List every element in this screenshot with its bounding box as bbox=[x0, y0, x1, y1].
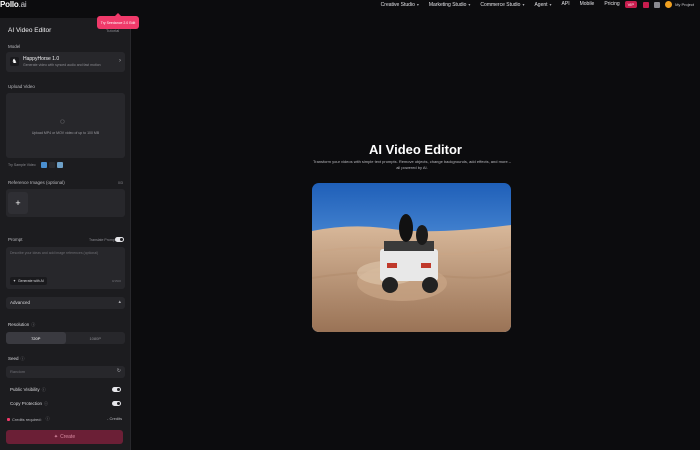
nav-api[interactable]: API bbox=[562, 0, 570, 9]
generate-with-ai-button[interactable]: ✦ Generate with AI bbox=[10, 277, 47, 285]
copy-protection-toggle[interactable] bbox=[112, 401, 121, 406]
nav-creative-studio[interactable]: Creative Studio ▾ bbox=[381, 0, 419, 10]
model-label: Model bbox=[8, 44, 21, 49]
nav-agent[interactable]: Agent ▾ bbox=[534, 0, 551, 10]
reference-label: Reference Images (optional) bbox=[8, 180, 65, 185]
reference-count: 0/3 bbox=[118, 181, 123, 185]
info-icon: ⓘ bbox=[44, 401, 49, 406]
hero-video-preview bbox=[312, 183, 511, 332]
char-count: 0/1500 bbox=[111, 279, 121, 283]
avatar[interactable] bbox=[665, 1, 673, 8]
reference-images: + bbox=[6, 189, 125, 217]
copy-protection-label: Copy Protection ⓘ bbox=[10, 401, 49, 406]
chevron-up-icon: ▴ bbox=[118, 299, 121, 305]
seed-input[interactable]: Random ↻ bbox=[6, 366, 125, 378]
sample-thumbnail[interactable] bbox=[48, 162, 55, 168]
upload-dropzone[interactable]: ◌ Upload MP4 or MOV video of up to 100 M… bbox=[6, 93, 125, 158]
sample-thumbnail[interactable] bbox=[56, 162, 63, 168]
seed-label: Seed ⓘ bbox=[8, 356, 25, 361]
chevron-down-icon: ▾ bbox=[549, 1, 552, 7]
add-image-button[interactable]: + bbox=[8, 192, 28, 214]
nav-mobile[interactable]: Mobile bbox=[580, 0, 595, 9]
panel-title: AI Video Editor bbox=[8, 27, 52, 34]
notification-icon[interactable] bbox=[654, 1, 661, 8]
info-icon: ⓘ bbox=[20, 356, 25, 361]
gift-icon[interactable] bbox=[643, 1, 650, 8]
info-icon: ⓘ bbox=[45, 416, 50, 421]
model-name: HappyHorse 1.0 bbox=[23, 56, 60, 62]
chevron-down-icon: ▾ bbox=[416, 1, 419, 7]
translate-toggle[interactable] bbox=[115, 237, 124, 242]
sparkle-icon: ✦ bbox=[13, 279, 16, 283]
resolution-720p[interactable]: 720P bbox=[6, 332, 66, 344]
promo-tooltip[interactable]: Try Seedance 2.0 Edit bbox=[97, 13, 139, 29]
create-button[interactable]: ✦ Create bbox=[6, 430, 123, 444]
hero-subtitle: Transform your videos with simple text p… bbox=[312, 159, 512, 170]
sparkle-icon: ✦ bbox=[53, 434, 59, 440]
top-navigation: Pollo.ai Creative Studio ▾ Marketing Stud… bbox=[0, 0, 700, 9]
chevron-right-icon: › bbox=[119, 58, 121, 64]
info-icon: ⓘ bbox=[41, 387, 46, 392]
nav-pricing[interactable]: Pricing bbox=[604, 0, 619, 9]
editor-panel: AI Video Editor Tutorial Model ♞ HappyHo… bbox=[0, 18, 131, 450]
prompt-input[interactable]: Describe your ideas and add image refere… bbox=[6, 247, 125, 289]
info-icon: ⓘ bbox=[31, 322, 36, 327]
translate-label: Translate Prompt bbox=[89, 238, 116, 242]
resolution-label: Resolution ⓘ bbox=[8, 322, 36, 327]
model-description: Generate video with synced audio and fas… bbox=[23, 63, 101, 67]
upload-label: Upload Video bbox=[8, 84, 35, 89]
user-menu[interactable]: My Project bbox=[675, 2, 694, 7]
credits-required: Credits required: ⓘ bbox=[7, 416, 50, 422]
seed-placeholder: Random bbox=[10, 369, 26, 374]
public-visibility-toggle[interactable] bbox=[112, 387, 121, 392]
advanced-section[interactable]: Advanced ▴ bbox=[6, 297, 125, 309]
horse-icon: ♞ bbox=[10, 57, 19, 66]
upload-hint: Upload MP4 or MOV video of up to 100 MB bbox=[31, 131, 100, 135]
prompt-placeholder: Describe your ideas and add image refere… bbox=[10, 251, 99, 255]
advanced-label: Advanced bbox=[10, 300, 31, 305]
nav-marketing-studio[interactable]: Marketing Studio ▾ bbox=[429, 0, 471, 10]
sample-thumbnail[interactable] bbox=[40, 162, 47, 168]
credits-icon bbox=[7, 417, 10, 421]
public-visibility-label: Public Visibility ⓘ bbox=[10, 387, 46, 392]
nav-menu: Creative Studio ▾ Marketing Studio ▾ Comme… bbox=[381, 0, 700, 9]
credits-value: - Credits bbox=[107, 416, 123, 421]
chevron-down-icon: ▾ bbox=[522, 1, 525, 7]
refresh-icon[interactable]: ↻ bbox=[117, 368, 121, 374]
loading-icon: ◌ bbox=[60, 117, 65, 126]
hero-title: AI Video Editor bbox=[369, 142, 462, 157]
resolution-1080p[interactable]: 1080P bbox=[66, 332, 126, 344]
sample-label: Try Sample Video bbox=[8, 163, 36, 167]
model-selector[interactable]: ♞ HappyHorse 1.0 Generate video with syn… bbox=[6, 52, 125, 72]
plus-icon: + bbox=[15, 198, 21, 208]
vip-badge[interactable]: VIP bbox=[624, 1, 638, 8]
nav-commerce-studio[interactable]: Commerce Studio ▾ bbox=[480, 0, 524, 10]
prompt-label: Prompt bbox=[8, 237, 23, 242]
sample-videos: Try Sample Video bbox=[8, 162, 63, 168]
chevron-down-icon: ▾ bbox=[468, 1, 471, 7]
pollo-logo[interactable]: Pollo.ai bbox=[0, 0, 27, 9]
resolution-selector: 720P 1080P bbox=[6, 332, 125, 344]
